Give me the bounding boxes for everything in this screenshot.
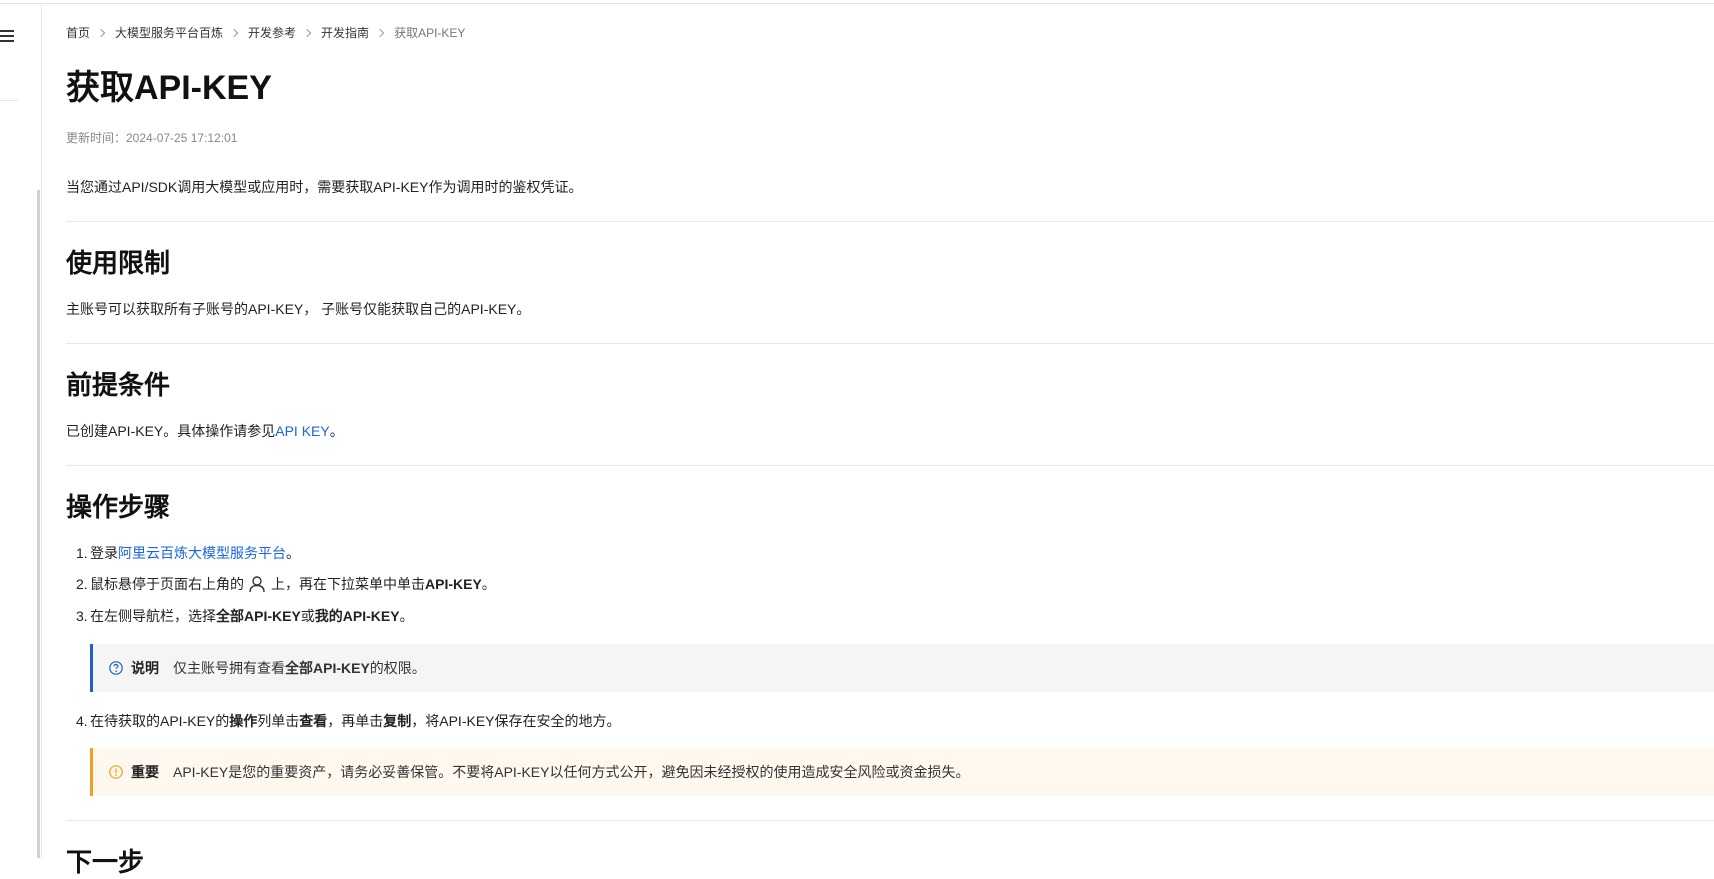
note-text: 仅主账号拥有查看 <box>173 660 285 676</box>
step-2: 2. 鼠标悬停于页面右上角的 上，再在下拉菜单中单击 API-KEY。 <box>76 574 496 594</box>
breadcrumb-item-home[interactable]: 首页 <box>66 24 90 41</box>
step-1: 1. 登录 阿里云百炼大模型服务平台。 <box>76 543 300 563</box>
step-text: 。 <box>481 576 496 592</box>
note-bold: 全部API-KEY <box>285 660 370 676</box>
warning-text: API-KEY是您的重要资产，请务必妥善保管。不要将API-KEY以任何方式公开… <box>173 764 970 780</box>
chevron-right-icon <box>96 28 106 37</box>
chevron-right-icon <box>229 28 239 37</box>
heading-prerequisite: 前提条件 <box>66 370 171 400</box>
exclamation-circle-icon <box>109 765 123 779</box>
step-text: ，再单击 <box>327 713 384 729</box>
step-text: 在左侧导航栏，选择 <box>90 608 216 624</box>
heading-next-step: 下一步 <box>66 847 145 877</box>
user-icon <box>248 575 266 593</box>
prerequisite-text-before: 已创建API-KEY。具体操作请参见 <box>66 423 276 439</box>
breadcrumb-item-current: 获取API-KEY <box>394 26 466 40</box>
step-text: 。 <box>286 545 300 561</box>
breadcrumb: 首页 大模型服务平台百炼 开发参考 开发指南 获取API-KEY <box>66 24 465 41</box>
usage-limit-text: 主账号可以获取所有子账号的API-KEY， 子账号仅能获取自己的API-KEY。 <box>66 301 531 317</box>
update-time: 更新时间：2024-07-25 17:12:01 <box>66 131 238 145</box>
sidebar-divider <box>0 100 18 101</box>
prerequisite-text-after: 。 <box>329 423 344 439</box>
bailian-platform-link[interactable]: 阿里云百炼大模型服务平台 <box>118 543 286 563</box>
step-bold: 复制 <box>383 713 412 729</box>
step-text: 上，再在下拉菜单中单击 <box>271 576 425 592</box>
note-callout: 说明 仅主账号拥有查看 全部API-KEY 的权限。 <box>90 644 1714 692</box>
step-text: 鼠标悬停于页面右上角的 <box>90 576 244 592</box>
step-text: ，将API-KEY保存在安全的地方。 <box>411 713 621 729</box>
step-text: 列单击 <box>257 713 300 729</box>
api-key-link[interactable]: API KEY <box>275 423 329 439</box>
heading-usage-limit: 使用限制 <box>66 248 171 278</box>
chevron-right-icon <box>375 28 385 37</box>
step-number: 1. <box>76 545 88 561</box>
section-divider <box>66 343 1714 344</box>
warning-label: 重要 <box>131 764 159 780</box>
section-divider <box>66 465 1714 466</box>
heading-steps: 操作步骤 <box>66 492 171 522</box>
sidebar-scrollbar[interactable] <box>37 190 40 858</box>
section-divider <box>66 820 1714 821</box>
warning-callout: 重要 API-KEY是您的重要资产，请务必妥善保管。不要将API-KEY以任何方… <box>90 748 1714 796</box>
step-bold: 全部API-KEY <box>216 608 301 624</box>
step-4: 4. 在待获取的API-KEY的 操作 列单击 查看 ，再单击 复制 ，将API-KEY保存… <box>76 711 621 731</box>
step-text: 或 <box>300 608 315 624</box>
hamburger-icon[interactable] <box>0 28 14 42</box>
step-number: 3. <box>76 608 88 624</box>
intro-text: 当您通过API/SDK调用大模型或应用时，需要获取API-KEY作为调用时的鉴权… <box>66 179 583 195</box>
breadcrumb-item-dev-reference[interactable]: 开发参考 <box>248 24 296 41</box>
breadcrumb-item-dev-guide[interactable]: 开发指南 <box>321 24 369 41</box>
step-text: 。 <box>399 608 414 624</box>
step-text: 登录 <box>90 545 118 561</box>
chevron-right-icon <box>302 28 312 37</box>
left-sidebar-collapsed <box>0 4 42 858</box>
step-bold: 查看 <box>299 713 328 729</box>
step-number: 4. <box>76 713 88 729</box>
step-number: 2. <box>76 576 88 592</box>
step-bold: 我的API-KEY <box>314 608 400 624</box>
page-title: 获取API-KEY <box>66 69 272 107</box>
breadcrumb-item-bailian[interactable]: 大模型服务平台百炼 <box>115 24 223 41</box>
sidebar-border <box>41 4 42 858</box>
question-circle-icon <box>109 661 123 675</box>
note-label: 说明 <box>131 660 159 676</box>
step-text: 在待获取的API-KEY的 <box>90 713 230 729</box>
step-3: 3. 在左侧导航栏，选择 全部API-KEY 或我的API-KEY。 <box>76 606 414 626</box>
prerequisite-text: 已创建API-KEY。具体操作请参见API KEY。 <box>66 421 344 441</box>
note-text: 的权限。 <box>369 660 426 676</box>
section-divider <box>66 221 1714 222</box>
step-bold: API-KEY <box>425 576 482 592</box>
top-divider <box>0 3 1714 4</box>
step-bold: 操作 <box>229 713 258 729</box>
